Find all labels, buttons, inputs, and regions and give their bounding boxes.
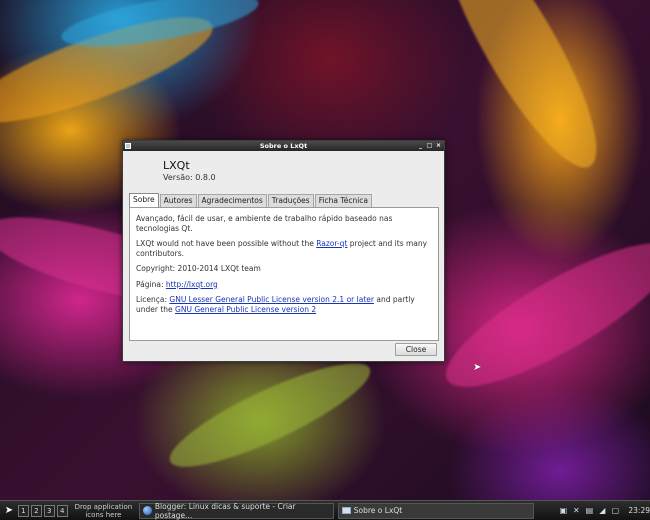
tab-sobre[interactable]: Sobre [129,193,159,207]
razor-qt-link[interactable]: Razor-qt [316,239,347,248]
app-name: LXQt [163,159,190,172]
tab-bar: Sobre Autores Agradecimentos Traduções F… [129,193,373,207]
description-text: Avançado, fácil de usar, e ambiente de t… [136,214,393,233]
license-line: Licença: GNU Lesser General Public Licen… [136,295,415,314]
tab-autores[interactable]: Autores [159,194,197,207]
volume-icon[interactable]: ◢ [597,506,607,516]
main-menu-icon[interactable]: ➤ [2,504,16,518]
app-version: Versão: 0.8.0 [163,173,216,182]
desktop-switch-2[interactable]: 2 [30,504,42,517]
desktop-switch-3[interactable]: 3 [43,504,55,517]
task-label: Sobre o LxQt [353,506,403,515]
razor-credit: LXQt would not have been possible withou… [136,239,428,258]
monitor-icon[interactable]: ▤ [584,506,594,516]
tab-traducoes[interactable]: Traduções [267,194,314,207]
lgpl-link[interactable]: GNU Lesser General Public License versio… [169,295,374,304]
wallpaper-streak [159,345,381,485]
window-icon [341,507,351,514]
minimize-icon[interactable]: _ [417,142,424,149]
tab-ficha-tecnica[interactable]: Ficha Técnica [314,194,373,207]
system-tray: ▣ ✕ ▤ ◢ ▢ [558,506,620,516]
taskbar: ➤ 1 2 3 4 Drop application icons here Bl… [0,500,650,520]
desktop-switch-1[interactable]: 1 [17,504,29,517]
window-icon [125,143,131,149]
network-icon[interactable]: ▣ [558,506,568,516]
homepage-link[interactable]: http://lxqt.org [166,280,218,289]
wallpaper-streak [419,0,621,184]
gpl-link[interactable]: GNU General Public License version 2 [175,305,316,314]
homepage-line: Página: http://lxqt.org [136,279,218,289]
clock[interactable]: 23:29 [628,506,650,515]
window-titlebar[interactable]: Sobre o LxQt _ □ × [123,141,444,151]
desktop-switch-4[interactable]: 4 [56,504,68,517]
about-panel: Avançado, fácil de usar, e ambiente de t… [129,207,439,341]
task-button-about[interactable]: Sobre o LxQt [337,502,535,519]
task-label: Blogger: Linux dicas & suporte - Criar p… [154,501,296,520]
copyright-text: Copyright: 2010-2014 LXQt team [136,264,261,273]
bluetooth-icon[interactable]: ✕ [571,506,581,516]
maximize-icon[interactable]: □ [426,142,433,149]
wallpaper-streak [429,219,650,411]
mouse-cursor-icon: ➤ [473,362,482,373]
window-title: Sobre o LxQt [259,142,308,150]
about-dialog: Sobre o LxQt _ □ × LXQt Versão: 0.8.0 So… [122,140,445,362]
browser-icon [143,506,152,515]
close-icon[interactable]: × [435,142,442,149]
task-button-browser[interactable]: Blogger: Linux dicas & suporte - Criar p… [139,501,334,520]
quicklaunch-drop-area[interactable]: Drop application icons here [72,503,136,519]
clipboard-icon[interactable]: ▢ [610,506,620,516]
app-header: LXQt Versão: 0.8.0 [163,159,216,182]
close-button[interactable]: Close [395,343,437,356]
tab-agradecimentos[interactable]: Agradecimentos [197,194,267,207]
